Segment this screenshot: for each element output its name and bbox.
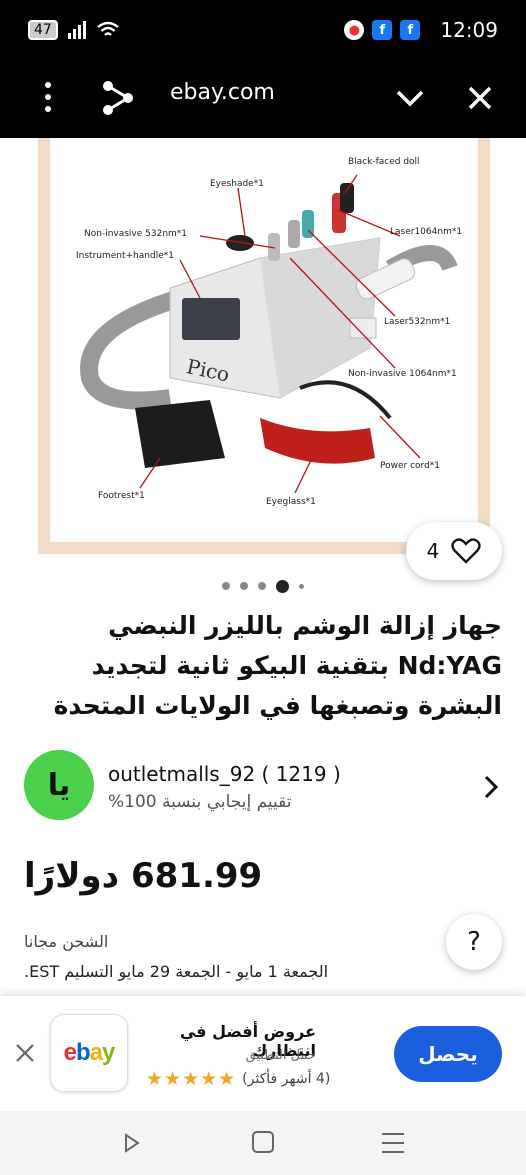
gallery-dot[interactable] [222,582,230,590]
chevron-right-icon[interactable] [482,774,500,800]
signal-icon [67,21,86,39]
svg-text:Laser1064nm*1: Laser1064nm*1 [390,227,462,237]
chevron-down-icon[interactable] [394,84,426,112]
svg-text:Black-faced doll: Black-faced doll [348,157,420,167]
wifi-icon [97,21,119,36]
get-app-button[interactable]: يحصل [394,1026,502,1082]
shipping-info: الشحن مجانا [24,932,109,951]
svg-text:Instrument+handle*1: Instrument+handle*1 [76,251,174,261]
banner-subtitle: حمل التطبيق [245,1048,316,1063]
close-icon[interactable] [14,1042,36,1064]
ebay-logo: ebay [63,1039,116,1066]
review-count: (4 أشهر فأكثر) [242,1071,331,1087]
seller-name: outletmalls_92 ( 1219 ) [108,762,341,786]
svg-text:Non-invasive 1064nm*1: Non-invasive 1064nm*1 [348,369,457,379]
app-rating: ★★★★★ (4 أشهر فأكثر) [146,1068,330,1090]
svg-text:Non-invasive 532nm*1: Non-invasive 532nm*1 [84,229,187,239]
system-nav-bar [0,1111,526,1175]
facebook-icon: f [400,20,421,40]
product-title: جهاز إزالة الوشم بالليزر النبضي Nd:YAG ب… [53,611,502,720]
more-options-icon[interactable] [36,82,60,112]
device-illustration: Pico Black-faced doll Eyeshade*1 Non-inv… [76,157,462,507]
svg-text:Footrest*1: Footrest*1 [98,491,145,501]
product-photo: Pico Black-faced doll Eyeshade*1 Non-inv… [38,138,490,554]
url-label[interactable]: ebay.com [170,80,275,105]
clock: 12:09 [440,18,498,42]
help-button[interactable]: ? [446,914,502,970]
app-install-banner: ebay عروض أفضل في انتظارك حمل التطبيق ★★… [0,996,526,1111]
svg-text:Power cord*1: Power cord*1 [380,461,440,471]
browser-toolbar: ebay.com [0,60,526,138]
facebook-icon: f [372,20,393,40]
seller-row[interactable]: يا outletmalls_92 ( 1219 ) تقييم إيجابي … [0,748,526,828]
seller-rating: تقييم إيجابي بنسبة 100% [108,792,292,812]
gallery-pagination[interactable] [0,578,526,594]
recent-apps-icon[interactable] [382,1133,404,1153]
watch-button[interactable]: 4 [406,522,502,580]
product-image-gallery[interactable]: Pico Black-faced doll Eyeshade*1 Non-inv… [0,138,526,558]
heart-icon [451,538,482,564]
status-bar: 47 ● f f 12:09 [0,0,526,60]
gallery-dot-active[interactable] [276,579,289,593]
close-icon[interactable] [464,82,496,114]
like-count: 4 [426,539,440,563]
home-icon[interactable] [252,1131,274,1153]
svg-text:Eyeshade*1: Eyeshade*1 [210,179,264,189]
battery-indicator: 47 [28,20,58,40]
svg-text:Laser532nm*1: Laser532nm*1 [384,317,450,327]
gallery-dot[interactable] [240,582,248,590]
avatar: يا [24,750,94,820]
price: 681.99 دولارًا [24,856,263,896]
notification-app-icon: ● [344,20,365,40]
back-icon[interactable] [120,1131,144,1155]
ebay-app-icon: ebay [50,1014,128,1092]
gallery-dot[interactable] [258,582,266,590]
gallery-dot[interactable] [299,583,304,589]
svg-text:Eyeglass*1: Eyeglass*1 [266,497,316,507]
delivery-estimate: الجمعة 1 مايو - الجمعة 29 مايو التسليم E… [24,962,329,981]
star-rating-icon: ★★★★★ [146,1068,237,1090]
share-icon[interactable] [100,78,136,118]
